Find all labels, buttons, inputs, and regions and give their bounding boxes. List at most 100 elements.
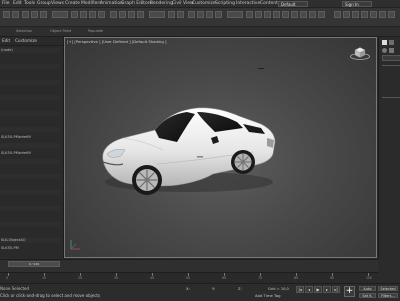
scene-explorer-row[interactable] bbox=[0, 142, 60, 148]
layer-explorer-icon[interactable] bbox=[264, 11, 271, 18]
pivot-center-icon[interactable] bbox=[168, 11, 175, 18]
curve-editor-icon[interactable] bbox=[273, 11, 280, 18]
scene-explorer-row[interactable] bbox=[0, 56, 60, 61]
ribbon-populate[interactable]: Populate bbox=[88, 27, 103, 36]
menu-civil-view[interactable]: Civil View bbox=[172, 0, 194, 7]
scene-explorer-row[interactable]: (node) bbox=[0, 48, 60, 53]
track-bar[interactable]: 0 10 20 30 40 50 60 70 80 90 100 bbox=[0, 272, 378, 283]
mirror-icon[interactable] bbox=[246, 11, 253, 18]
tab-customize[interactable]: Customize bbox=[15, 38, 37, 44]
scene-explorer-row[interactable] bbox=[0, 158, 60, 164]
menu-edit[interactable]: Edit bbox=[13, 0, 22, 7]
scene-explorer-row[interactable] bbox=[0, 214, 60, 219]
scene-explorer-row[interactable]: SLK-ObjectAO bbox=[0, 237, 60, 243]
move-icon[interactable] bbox=[110, 11, 117, 18]
toolbar-icon-e[interactable] bbox=[370, 11, 377, 18]
scale-icon[interactable] bbox=[128, 11, 135, 18]
menu-file[interactable]: File bbox=[2, 0, 10, 7]
scene-explorer-row[interactable] bbox=[0, 79, 60, 85]
scene-explorer-row[interactable]: SLK55-PM bbox=[0, 246, 60, 251]
scene-explorer-row[interactable] bbox=[0, 230, 60, 235]
ribbon-selection[interactable]: Selection bbox=[16, 27, 32, 36]
menu-modifiers[interactable]: Modifiers bbox=[81, 0, 102, 7]
keyboard-shortcut-override-icon[interactable] bbox=[177, 11, 184, 18]
object-type-dropdown[interactable] bbox=[382, 55, 400, 61]
car-model[interactable] bbox=[93, 102, 283, 202]
link-icon[interactable] bbox=[22, 11, 29, 18]
bind-space-warp-icon[interactable] bbox=[40, 11, 47, 18]
menu-create[interactable]: Create bbox=[65, 0, 80, 7]
scene-explorer-row[interactable] bbox=[0, 127, 60, 132]
menu-interactive[interactable]: Interactive bbox=[236, 0, 260, 7]
add-time-tag-button[interactable]: Add Time Tag bbox=[255, 293, 280, 298]
snaps-toggle-icon[interactable] bbox=[188, 11, 195, 18]
toolbar-icon-g[interactable] bbox=[388, 11, 395, 18]
scene-explorer-row[interactable] bbox=[0, 95, 60, 101]
go-to-start-icon[interactable]: |◂ bbox=[296, 286, 304, 293]
select-by-name-icon[interactable] bbox=[80, 11, 87, 18]
reference-coordinate-dropdown[interactable] bbox=[149, 11, 165, 18]
scene-explorer-row[interactable] bbox=[0, 63, 60, 69]
scene-explorer-row[interactable] bbox=[0, 119, 60, 124]
scene-explorer-row[interactable] bbox=[0, 111, 60, 117]
window-crossing-icon[interactable] bbox=[98, 11, 105, 18]
menu-customize[interactable]: Customize bbox=[192, 0, 216, 7]
undo-icon[interactable] bbox=[3, 11, 10, 18]
menu-group[interactable]: Group bbox=[37, 0, 51, 7]
scene-explorer-row[interactable] bbox=[0, 88, 60, 93]
previous-frame-icon[interactable]: ◂ bbox=[305, 286, 313, 293]
shapes-icon[interactable] bbox=[389, 48, 394, 53]
toolbar-icon-b[interactable] bbox=[343, 11, 350, 18]
set-key-icon[interactable]: + bbox=[344, 286, 355, 297]
scene-explorer-row[interactable] bbox=[0, 167, 60, 172]
material-editor-icon[interactable] bbox=[291, 11, 298, 18]
play-icon[interactable]: ▶ bbox=[314, 286, 322, 293]
scene-explorer-row[interactable] bbox=[0, 182, 60, 187]
selection-filter-dropdown[interactable] bbox=[52, 11, 68, 18]
scene-explorer-row[interactable] bbox=[0, 174, 60, 180]
perspective-viewport[interactable]: [+] [Perspective ] [User Defined ] [Defa… bbox=[64, 37, 377, 258]
ribbon-object-paint[interactable]: Object Paint bbox=[50, 27, 71, 36]
menu-animation[interactable]: Animation bbox=[100, 0, 123, 7]
filters-button[interactable]: Filters... bbox=[378, 293, 398, 298]
toolbar-icon-f[interactable] bbox=[379, 11, 386, 18]
schematic-view-icon[interactable] bbox=[282, 11, 289, 18]
render-production-icon[interactable] bbox=[318, 11, 325, 18]
scene-explorer-row[interactable] bbox=[0, 72, 60, 77]
workspace-dropdown[interactable]: Default bbox=[278, 0, 308, 7]
rotate-icon[interactable] bbox=[119, 11, 126, 18]
scene-explorer-row[interactable] bbox=[0, 190, 60, 196]
scene-explorer-row[interactable] bbox=[0, 221, 60, 227]
auto-key-button[interactable]: Auto bbox=[359, 286, 376, 291]
set-key-button[interactable]: Set K. bbox=[359, 293, 376, 298]
named-selection-sets-dropdown[interactable] bbox=[227, 11, 243, 18]
menu-views[interactable]: Views bbox=[51, 0, 64, 7]
time-slider[interactable]: 0 / 100 bbox=[0, 259, 378, 272]
rectangular-selection-icon[interactable] bbox=[89, 11, 96, 18]
select-object-icon[interactable] bbox=[71, 11, 78, 18]
tab-edit[interactable]: Edit bbox=[2, 38, 10, 44]
sign-in-dropdown[interactable]: Sign In bbox=[342, 0, 372, 7]
go-to-end-icon[interactable]: ▸| bbox=[332, 286, 340, 293]
viewport-label[interactable]: [+] [Perspective ] [User Defined ] [Defa… bbox=[67, 39, 166, 44]
scene-explorer-row[interactable] bbox=[0, 103, 60, 108]
spinner-snap-icon[interactable] bbox=[215, 11, 222, 18]
modify-tab-icon[interactable] bbox=[389, 40, 394, 45]
geometry-icon[interactable] bbox=[382, 48, 387, 53]
rendered-frame-window-icon[interactable] bbox=[309, 11, 316, 18]
percent-snap-icon[interactable] bbox=[206, 11, 213, 18]
scene-explorer-row[interactable] bbox=[0, 206, 60, 211]
scene-explorer-row[interactable]: SLK55-PMwhe69 bbox=[0, 135, 60, 140]
redo-icon[interactable] bbox=[12, 11, 19, 18]
scene-explorer-row[interactable] bbox=[0, 198, 60, 203]
toolbar-icon-c[interactable] bbox=[352, 11, 359, 18]
create-tab-icon[interactable] bbox=[382, 40, 387, 45]
menu-tools[interactable]: Tools bbox=[24, 0, 35, 7]
menu-content[interactable]: Content bbox=[260, 0, 278, 7]
unlink-icon[interactable] bbox=[31, 11, 38, 18]
menu-scripting[interactable]: Scripting bbox=[215, 0, 235, 7]
scene-explorer-row[interactable]: SLK55-PMwhe69 bbox=[0, 151, 60, 156]
angle-snap-icon[interactable] bbox=[197, 11, 204, 18]
toolbar-icon-d[interactable] bbox=[361, 11, 368, 18]
viewcube-icon[interactable] bbox=[349, 46, 371, 60]
